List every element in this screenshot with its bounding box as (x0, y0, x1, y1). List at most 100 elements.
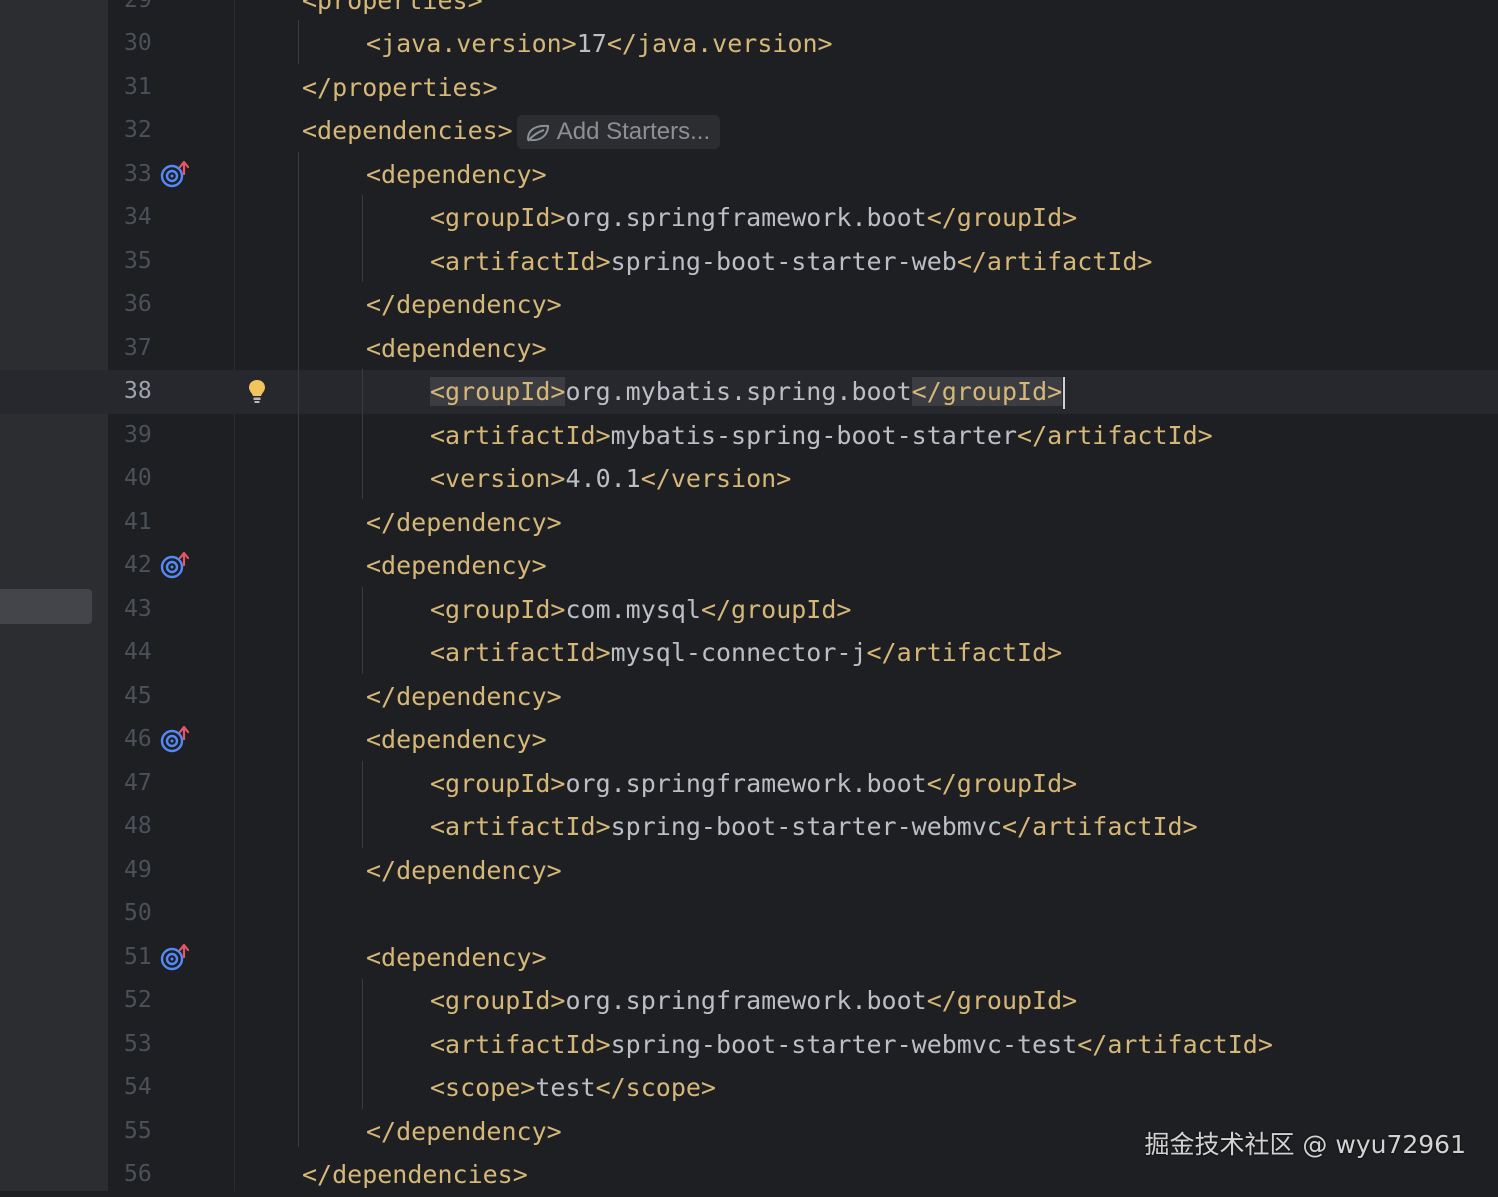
code-text[interactable]: </dependency> (366, 501, 562, 545)
code-line[interactable]: 54 <scope>test</scope> (0, 1066, 1498, 1110)
code-line[interactable]: 34 <groupId>org.springframework.boot</gro… (0, 196, 1498, 240)
line-number[interactable]: 48 (108, 805, 168, 849)
lightbulb-icon[interactable] (247, 378, 267, 406)
code-text[interactable]: <groupId>com.mysql</groupId> (430, 588, 851, 632)
line-number[interactable]: 33 (108, 153, 168, 197)
code-text[interactable]: </dependency> (366, 283, 562, 327)
line-number[interactable]: 40 (108, 457, 168, 501)
code-line[interactable]: 33 <dependency> (0, 153, 1498, 197)
maven-dependency-up-icon[interactable] (160, 725, 190, 755)
line-number[interactable]: 52 (108, 979, 168, 1023)
code-text[interactable]: <dependencies> Add Starters... (302, 109, 721, 153)
indent-guide (362, 195, 363, 282)
line-number[interactable]: 37 (108, 327, 168, 371)
code-line[interactable]: 45 </dependency> (0, 675, 1498, 719)
code-line[interactable]: 31 </properties> (0, 66, 1498, 110)
code-text[interactable]: <dependency> (366, 153, 547, 197)
code-text[interactable]: </properties> (302, 66, 498, 110)
line-number[interactable]: 34 (108, 196, 168, 240)
code-line[interactable]: 41 </dependency> (0, 501, 1498, 545)
code-text[interactable]: <groupId>org.springframework.boot</group… (430, 762, 1077, 806)
code-text[interactable]: </dependencies> (302, 1153, 528, 1197)
code-text[interactable]: <java.version>17</java.version> (366, 22, 833, 66)
code-text[interactable]: <groupId>org.mybatis.spring.boot</groupI… (430, 370, 1066, 414)
line-number[interactable]: 42 (108, 544, 168, 588)
code-line[interactable]: 39 <artifactId>mybatis-spring-boot-starte… (0, 414, 1498, 458)
line-number[interactable]: 56 (108, 1153, 168, 1197)
code-text[interactable]: </dependency> (366, 849, 562, 893)
code-line[interactable]: 30 <java.version>17</java.version> (0, 22, 1498, 66)
code-text[interactable]: <scope>test</scope> (430, 1066, 716, 1110)
line-number[interactable]: 44 (108, 631, 168, 675)
code-line[interactable]: 48 <artifactId>spring-boot-starter-webmvc… (0, 805, 1498, 849)
maven-dependency-up-icon[interactable] (160, 160, 190, 190)
code-line[interactable]: 46 <dependency> (0, 718, 1498, 762)
line-number[interactable]: 43 (108, 588, 168, 632)
code-line[interactable]: 36 </dependency> (0, 283, 1498, 327)
code-text[interactable]: <artifactId>spring-boot-starter-webmvc-t… (430, 1023, 1273, 1067)
line-number[interactable]: 41 (108, 501, 168, 545)
code-line[interactable]: 37 <dependency> (0, 327, 1498, 371)
line-number[interactable]: 46 (108, 718, 168, 762)
code-line[interactable]: 50 (0, 892, 1498, 936)
code-line[interactable]: 38 <groupId>org.mybatis.spring.boot</grou… (0, 370, 1498, 414)
code-line[interactable]: 44 <artifactId>mysql-connector-j</artifac… (0, 631, 1498, 675)
code-text[interactable]: <artifactId>mybatis-spring-boot-starter<… (430, 414, 1213, 458)
code-text[interactable]: <artifactId>mysql-connector-j</artifactI… (430, 631, 1062, 675)
indent-guide (362, 587, 363, 674)
line-number[interactable]: 35 (108, 240, 168, 284)
xml-tag: <artifactId> (430, 246, 611, 276)
xml-tag: </groupId> (926, 986, 1078, 1015)
code-line[interactable]: 53 <artifactId>spring-boot-starter-webmvc… (0, 1023, 1498, 1067)
line-number[interactable]: 54 (108, 1066, 168, 1110)
line-number[interactable]: 32 (108, 109, 168, 153)
code-text[interactable]: <dependency> (366, 718, 547, 762)
indent-guide (362, 369, 363, 499)
code-line[interactable]: 35 <artifactId>spring-boot-starter-web</a… (0, 240, 1498, 284)
xml-tag: </dependency> (366, 681, 562, 711)
code-line[interactable]: 29 <properties> (0, 0, 1498, 22)
code-text[interactable]: <artifactId>spring-boot-starter-webmvc</… (430, 805, 1198, 849)
maven-dependency-up-icon[interactable] (160, 943, 190, 973)
line-number[interactable]: 49 (108, 849, 168, 893)
code-text[interactable]: <groupId>org.springframework.boot</group… (430, 979, 1077, 1023)
code-line[interactable]: 52 <groupId>org.springframework.boot</gro… (0, 979, 1498, 1023)
line-number[interactable]: 38 (108, 370, 168, 414)
code-line[interactable]: 42 <dependency> (0, 544, 1498, 588)
xml-value: org.springframework.boot (565, 768, 927, 798)
code-line[interactable]: 32 <dependencies> Add Starters... (0, 109, 1498, 153)
code-text[interactable]: <dependency> (366, 936, 547, 980)
code-text[interactable]: <version>4.0.1</version> (430, 457, 791, 501)
xml-tag: <artifactId> (430, 638, 611, 667)
line-number[interactable]: 29 (108, 0, 168, 22)
code-line[interactable]: 47 <groupId>org.springframework.boot</gro… (0, 762, 1498, 806)
code-text[interactable]: <artifactId>spring-boot-starter-web</art… (430, 240, 1152, 284)
xml-tag: <dependency> (366, 942, 547, 972)
code-line[interactable]: 40 <version>4.0.1</version> (0, 457, 1498, 501)
line-number[interactable]: 45 (108, 675, 168, 719)
line-number[interactable]: 36 (108, 283, 168, 327)
line-number[interactable]: 53 (108, 1023, 168, 1067)
code-line[interactable]: 43 <groupId>com.mysql</groupId> (0, 588, 1498, 632)
line-number[interactable]: 47 (108, 762, 168, 806)
line-number[interactable]: 30 (108, 22, 168, 66)
code-text[interactable]: <dependency> (366, 544, 547, 588)
xml-tag: <artifactId> (430, 420, 611, 450)
line-number[interactable]: 55 (108, 1110, 168, 1154)
line-number[interactable]: 51 (108, 936, 168, 980)
line-number[interactable]: 39 (108, 414, 168, 458)
code-text[interactable]: <properties> (302, 0, 483, 22)
add-starters-inlay[interactable]: Add Starters... (516, 115, 721, 149)
code-text[interactable]: <groupId>org.springframework.boot</group… (430, 196, 1077, 240)
code-line[interactable]: 49 </dependency> (0, 849, 1498, 893)
code-text[interactable]: </dependency> (366, 675, 562, 719)
maven-dependency-up-icon[interactable] (160, 551, 190, 581)
line-number[interactable]: 31 (108, 66, 168, 110)
code-line[interactable]: 51 <dependency> (0, 936, 1498, 980)
xml-value: org.mybatis.spring.boot (565, 377, 912, 406)
code-text[interactable]: <dependency> (366, 327, 547, 371)
code-text[interactable]: </dependency> (366, 1110, 562, 1154)
line-number[interactable]: 50 (108, 892, 168, 936)
xml-tag: </scope> (595, 1073, 716, 1102)
xml-tag: <groupId> (430, 377, 566, 406)
